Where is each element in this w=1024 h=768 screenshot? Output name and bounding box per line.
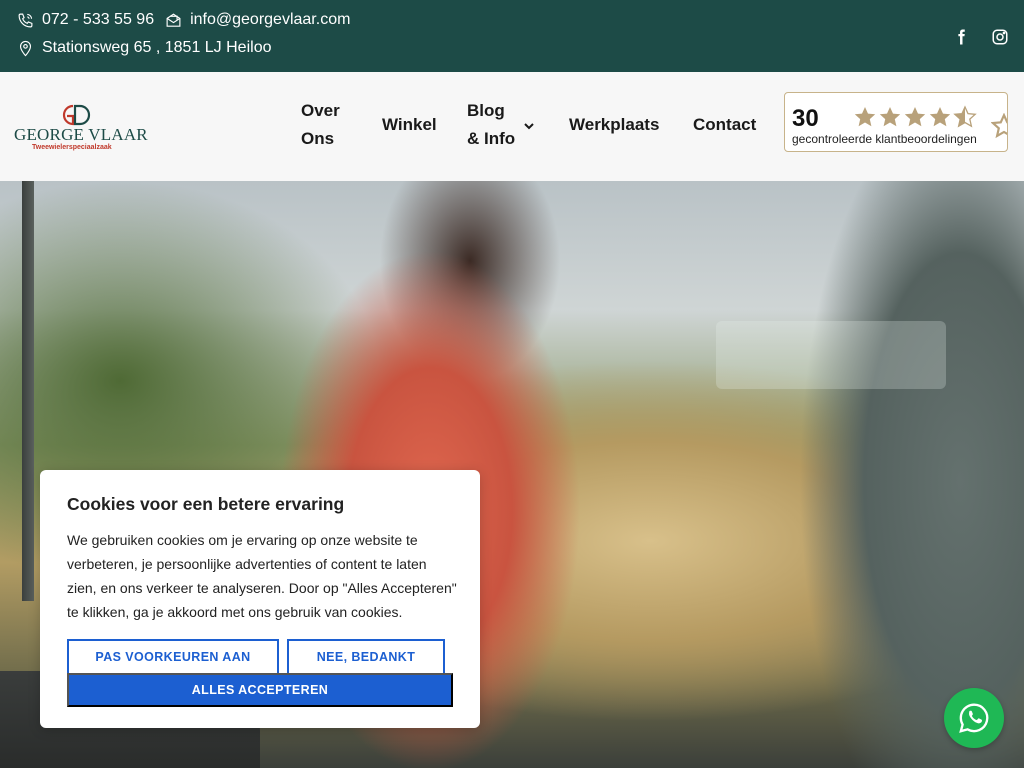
facebook-icon[interactable]	[951, 26, 971, 48]
star-icon	[929, 107, 951, 127]
whatsapp-button[interactable]	[944, 688, 1004, 748]
phone-icon	[16, 11, 34, 29]
nav-blog-info[interactable]: Blog & Info	[467, 97, 515, 153]
cookie-accept-all-button[interactable]: ALLES ACCEPTEREN	[67, 673, 453, 707]
phone-link[interactable]: 072 - 533 55 96	[42, 11, 154, 29]
nav-over-ons-line2: Ons	[301, 129, 335, 148]
star-half-icon	[953, 105, 977, 128]
cookie-consent-dialog: Cookies voor een betere ervaring We gebr…	[40, 470, 480, 728]
star-icon	[879, 107, 901, 127]
chevron-down-icon[interactable]	[522, 119, 536, 133]
logo-tagline: Tweewielerspeciaalzaak	[32, 144, 112, 151]
instagram-icon[interactable]	[990, 26, 1010, 48]
email-link[interactable]: info@georgevlaar.com	[190, 11, 350, 29]
nav-contact[interactable]: Contact	[693, 111, 756, 139]
nav-winkel[interactable]: Winkel	[382, 111, 437, 139]
logo-name: GEORGE VLAAR	[14, 125, 148, 144]
star-outline-icon	[991, 113, 1007, 139]
contact-line-2: Stationsweg 65 , 1851 LJ Heiloo	[16, 39, 271, 57]
cookie-title: Cookies voor een betere ervaring	[67, 494, 345, 514]
rating-widget[interactable]: 30 gecontroleerde klantbeoordelingen	[784, 92, 1008, 152]
hero-lamp-pole	[22, 181, 34, 601]
nav-werkplaats[interactable]: Werkplaats	[569, 111, 659, 139]
star-icon	[904, 107, 926, 127]
nav-blog-line2: & Info	[467, 129, 516, 148]
top-contact-bar: 072 - 533 55 96 info@georgevlaar.com Sta…	[0, 0, 1024, 72]
address-text: Stationsweg 65 , 1851 LJ Heiloo	[42, 39, 272, 56]
rating-label: gecontroleerde klantbeoordelingen	[792, 132, 977, 146]
nav-over-ons[interactable]: Over Ons	[301, 97, 340, 153]
whatsapp-icon	[959, 703, 989, 733]
contact-line-1: 072 - 533 55 96 info@georgevlaar.com	[16, 11, 350, 29]
hero-faded-overlay	[716, 321, 946, 389]
cookie-decline-button[interactable]: NEE, BEDANKT	[287, 639, 445, 675]
cookie-body-text: We gebruiken cookies om je ervaring op o…	[67, 532, 457, 620]
rating-count: 30	[792, 105, 819, 132]
rating-stars	[853, 105, 978, 129]
nav-over-ons-line1: Over	[301, 101, 340, 120]
location-pin-icon	[16, 39, 34, 57]
cookie-preferences-button[interactable]: PAS VOORKEUREN AAN	[67, 639, 279, 675]
star-icon	[854, 107, 876, 127]
logo[interactable]: GEORGE VLAAR Tweewielerspeciaalzaak	[14, 102, 148, 152]
nav-blog-line1: Blog	[467, 101, 505, 120]
mail-icon	[164, 11, 182, 29]
site-header: GEORGE VLAAR Tweewielerspeciaalzaak Over…	[0, 72, 1024, 181]
